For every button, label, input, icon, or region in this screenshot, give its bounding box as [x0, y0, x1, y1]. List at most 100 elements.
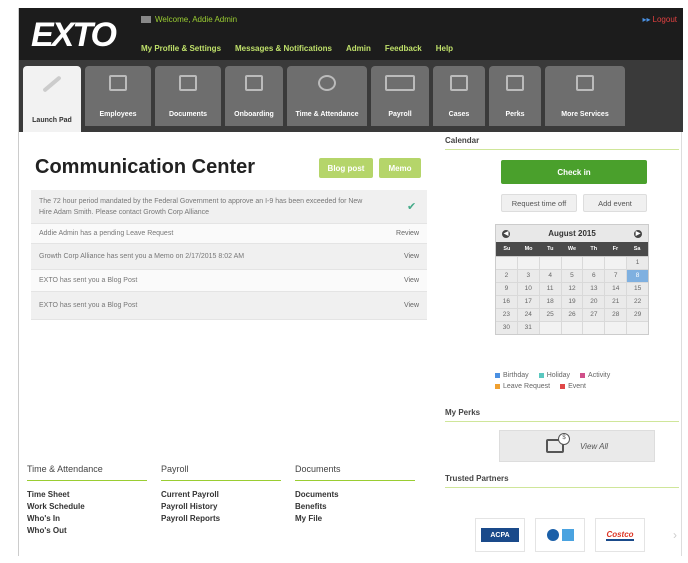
partner-costco[interactable]: Costco [595, 518, 645, 552]
calendar-day[interactable]: 9 [496, 283, 517, 295]
tab-documents[interactable]: Documents [155, 66, 221, 126]
calendar-day[interactable]: 17 [517, 296, 539, 308]
tab-more-services[interactable]: More Services [545, 66, 625, 126]
calendar-day[interactable]: 16 [496, 296, 517, 308]
calendar-day[interactable]: 13 [583, 283, 605, 295]
legend-swatch [560, 384, 566, 389]
calendar-day[interactable]: 23 [496, 309, 517, 321]
view-link[interactable]: View [404, 302, 419, 309]
top-header: EXTO Welcome, Addie Admin ▸▸ Logout My Pr… [19, 8, 683, 60]
logout-arrow-icon: ▸▸ [642, 15, 651, 24]
my-file-link[interactable]: My File [295, 513, 429, 525]
tab-payroll[interactable]: Payroll [371, 66, 429, 126]
calendar-day[interactable]: 5 [561, 270, 583, 282]
calendar-day[interactable]: 15 [627, 283, 648, 295]
calendar-day[interactable]: 25 [539, 309, 561, 321]
legend-item: Leave Request [495, 383, 550, 390]
next-month-icon[interactable]: ▶ [634, 229, 642, 238]
calendar-day[interactable]: 30 [496, 322, 517, 334]
calendar-header: ◀ August 2015 ▶ [496, 225, 648, 242]
nav-feedback[interactable]: Feedback [385, 44, 422, 53]
whos-out-link[interactable]: Who's Out [27, 525, 161, 537]
tab-time-attendance[interactable]: Time & Attendance [287, 66, 367, 126]
blog-post-button[interactable]: Blog post [319, 158, 373, 178]
payroll-reports-link[interactable]: Payroll Reports [161, 513, 295, 525]
prev-month-icon[interactable]: ◀ [502, 229, 510, 238]
nav-help[interactable]: Help [436, 44, 453, 53]
partner-logos: ACPA Costco [475, 518, 645, 552]
work-schedule-link[interactable]: Work Schedule [27, 501, 161, 513]
legend-item: Holiday [538, 372, 570, 379]
chevron-right-icon[interactable]: › [673, 528, 677, 542]
legend-swatch [495, 373, 500, 378]
legend-item: Event [560, 383, 586, 390]
message-row[interactable]: Addie Admin has a pending Leave Request … [31, 224, 427, 244]
tab-employees[interactable]: Employees [85, 66, 151, 126]
message-row[interactable]: EXTO has sent you a Blog Post View [31, 270, 427, 292]
trusted-partners-title: Trusted Partners [445, 474, 679, 488]
calendar-day[interactable]: 10 [517, 283, 539, 295]
calendar-day[interactable]: 24 [517, 309, 539, 321]
calendar-day[interactable]: 2 [496, 270, 517, 282]
logout-link[interactable]: ▸▸ Logout [643, 15, 678, 24]
calendar-days: 1 2 3 4 5 6 7 8 9 10 11 12 13 14 15 16 17 18 19 20 21 22 23 24 2… [496, 256, 648, 334]
check-in-button[interactable]: Check in [501, 160, 647, 184]
calendar-day[interactable]: 1 [627, 257, 648, 269]
calendar-day[interactable]: 6 [583, 270, 605, 282]
calendar-title: Calendar [445, 136, 679, 150]
documents-link[interactable]: Documents [295, 489, 429, 501]
tab-launch-pad[interactable]: Launch Pad [23, 66, 81, 132]
calendar-empty-cell [561, 257, 583, 269]
calendar-empty-cell [627, 322, 648, 334]
view-link[interactable]: View [404, 277, 419, 284]
calendar-day[interactable]: 18 [539, 296, 561, 308]
message-row[interactable]: EXTO has sent you a Blog Post View [31, 292, 427, 320]
partner-acpa[interactable]: ACPA [475, 518, 525, 552]
document-icon [179, 75, 197, 91]
payroll-history-link[interactable]: Payroll History [161, 501, 295, 513]
partner-amex[interactable] [535, 518, 585, 552]
calendar-day[interactable]: 12 [561, 283, 583, 295]
calendar-day[interactable]: 14 [605, 283, 627, 295]
nav-profile-settings[interactable]: My Profile & Settings [141, 44, 221, 53]
calendar-day[interactable]: 11 [539, 283, 561, 295]
legend-swatch [538, 373, 544, 378]
nav-messages-notifications[interactable]: Messages & Notifications [235, 44, 332, 53]
calendar-day[interactable]: 29 [627, 309, 648, 321]
legend-label: Birthday [503, 372, 529, 379]
nav-admin[interactable]: Admin [346, 44, 371, 53]
checkmark-icon[interactable]: ✔ [407, 201, 419, 212]
welcome-message: Welcome, Addie Admin [141, 15, 237, 24]
tab-onboarding[interactable]: Onboarding [225, 66, 283, 126]
calendar-day[interactable]: 7 [605, 270, 627, 282]
calendar-day[interactable]: 21 [605, 296, 627, 308]
view-all-perks-button[interactable]: View All [499, 430, 655, 462]
calendar-day[interactable]: 20 [583, 296, 605, 308]
costco-logo: Costco [606, 529, 634, 541]
tab-cases[interactable]: Cases [433, 66, 485, 126]
benefits-link[interactable]: Benefits [295, 501, 429, 513]
current-payroll-link[interactable]: Current Payroll [161, 489, 295, 501]
message-row[interactable]: Growth Corp Alliance has sent you a Memo… [31, 244, 427, 270]
memo-button[interactable]: Memo [379, 158, 421, 178]
add-event-button[interactable]: Add event [583, 194, 647, 212]
cases-icon [450, 75, 468, 91]
review-link[interactable]: Review [396, 230, 419, 237]
calendar-day[interactable]: 31 [517, 322, 539, 334]
calendar-day[interactable]: 22 [627, 296, 648, 308]
exto-logo[interactable]: EXTO [31, 16, 117, 55]
calendar-day[interactable]: 4 [539, 270, 561, 282]
calendar-day[interactable]: 19 [561, 296, 583, 308]
calendar-day[interactable]: 26 [561, 309, 583, 321]
time-sheet-link[interactable]: Time Sheet [27, 489, 161, 501]
calendar-day[interactable]: 8 [627, 270, 648, 282]
request-time-off-button[interactable]: Request time off [501, 194, 577, 212]
calendar-widget: ◀ August 2015 ▶ Su Mo Tu We Th Fr Sa 123456789… [495, 224, 649, 335]
calendar-day[interactable]: 27 [583, 309, 605, 321]
view-link[interactable]: View [404, 253, 419, 260]
calendar-day[interactable]: 3 [517, 270, 539, 282]
calendar-day[interactable]: 28 [605, 309, 627, 321]
tab-perks[interactable]: Perks [489, 66, 541, 126]
message-row[interactable]: The 72 hour period mandated by the Feder… [31, 190, 427, 224]
whos-in-link[interactable]: Who's In [27, 513, 161, 525]
